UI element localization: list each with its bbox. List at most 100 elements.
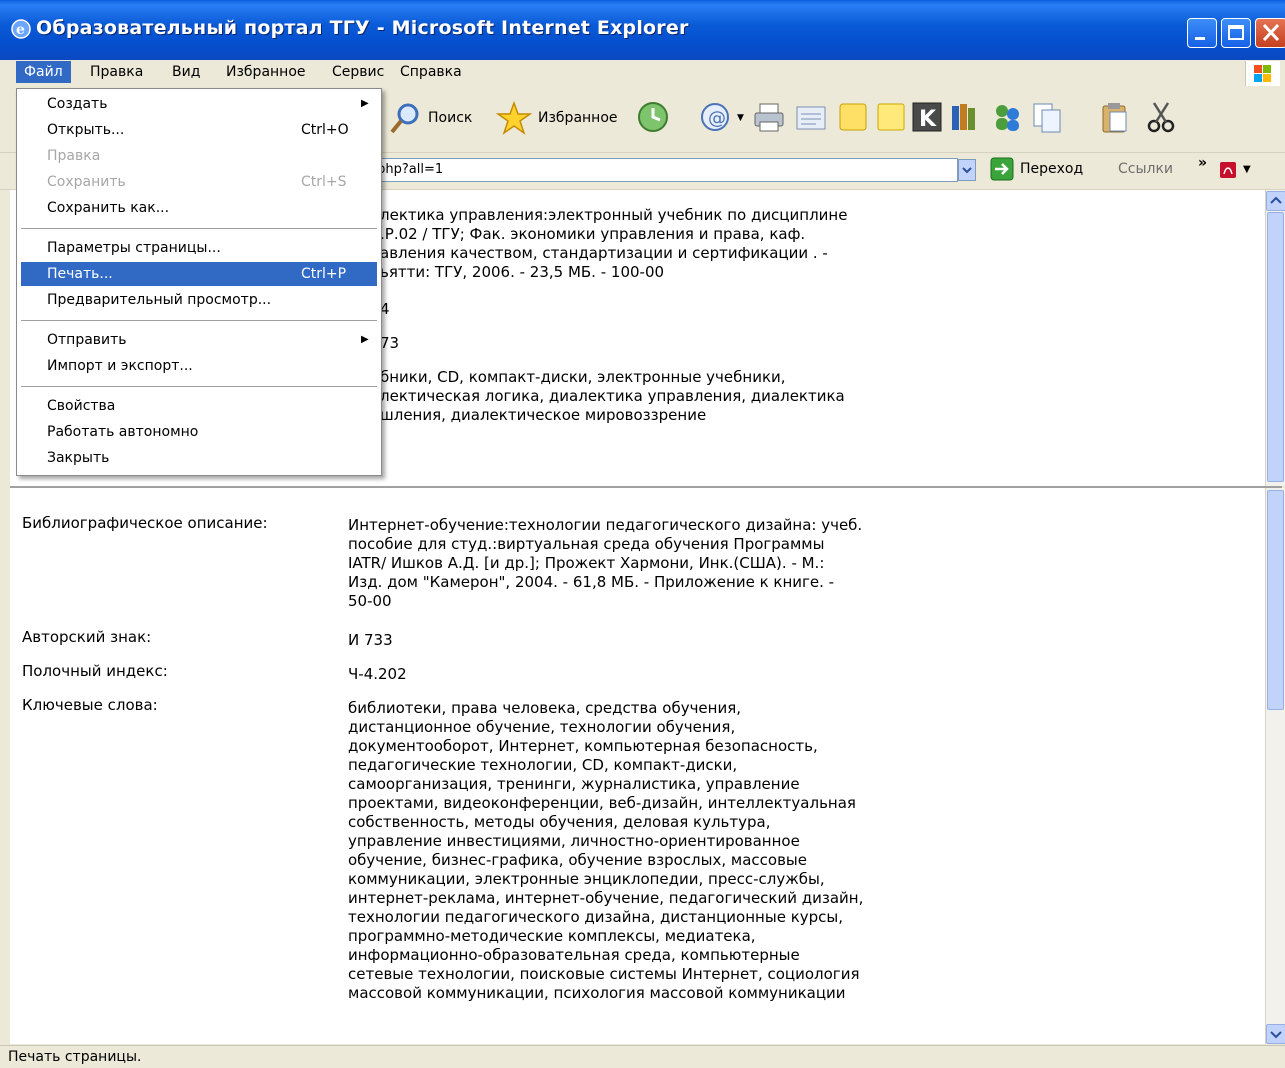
status-text: Печать страницы. xyxy=(8,1049,142,1065)
menu-item-import-export[interactable]: Импорт и экспорт... xyxy=(21,354,377,378)
menu-view[interactable]: Вид xyxy=(164,61,208,83)
top-keywords-line-3: шления, диалектическое мировоззрение xyxy=(380,406,707,424)
scroll-down-button[interactable] xyxy=(1266,1024,1285,1044)
chevron-down-icon xyxy=(962,167,972,174)
scroll-thumb[interactable] xyxy=(1267,212,1284,482)
links-chevron-icon[interactable]: » xyxy=(1198,155,1207,171)
description-line-3: IATR/ Ишков А.Д. [и др.]; Прожект Хармон… xyxy=(348,554,825,572)
cut-icon[interactable] xyxy=(1144,100,1178,134)
pdf-icon[interactable] xyxy=(1218,160,1240,180)
k-icon[interactable]: K xyxy=(910,100,944,134)
description-line-1: Интернет-обучение:технологии педагогичес… xyxy=(348,516,863,534)
title-bar[interactable]: e Образовательный портал ТГУ - Microsoft… xyxy=(0,0,1285,61)
copy-icon[interactable] xyxy=(1030,100,1064,134)
main-frame: Библиографическое описание: Интернет-обу… xyxy=(10,488,1266,1044)
main-scrollbar[interactable] xyxy=(1265,488,1285,1044)
search-label: Поиск xyxy=(428,110,473,126)
messenger-icon[interactable] xyxy=(836,100,870,134)
menu-item-new[interactable]: Создать ▶ xyxy=(21,92,377,116)
menu-item-send[interactable]: Отправить ▶ xyxy=(21,328,377,352)
menu-item-print[interactable]: Печать... Ctrl+P xyxy=(21,262,377,286)
top-desc-line-1: лектика управления:электронный учебник п… xyxy=(380,206,848,224)
close-button[interactable] xyxy=(1255,18,1285,48)
menu-item-page-setup[interactable]: Параметры страницы... xyxy=(21,236,377,260)
keywords-line-9: обучение, бизнес-графика, обучение взрос… xyxy=(348,851,807,869)
minimize-button[interactable] xyxy=(1187,18,1217,48)
mail-dropdown-icon[interactable]: ▼ xyxy=(737,113,744,123)
scroll-up-button[interactable] xyxy=(1266,191,1285,211)
description-line-4: Изд. дом "Камерон", 2004. - 61,8 МБ. - П… xyxy=(348,573,835,591)
address-input[interactable]: .php?all=1 xyxy=(368,158,958,182)
menu-favorites[interactable]: Избранное xyxy=(218,61,314,83)
top-shelf-index: 73 xyxy=(380,334,400,352)
favorites-button[interactable]: Избранное xyxy=(496,98,618,138)
keywords-line-14: информационно-образовательная среда, ком… xyxy=(348,946,800,964)
top-keywords-line-2: лектическая логика, диалектика управлени… xyxy=(380,387,845,405)
books-icon[interactable] xyxy=(948,100,982,134)
note-icon[interactable] xyxy=(874,100,908,134)
author-sign-label: Авторский знак: xyxy=(22,628,152,646)
menu-separator xyxy=(21,386,377,387)
menu-item-properties[interactable]: Свойства xyxy=(21,394,377,418)
menu-edit[interactable]: Правка xyxy=(82,61,151,83)
address-dropdown-button[interactable] xyxy=(958,159,976,181)
submenu-arrow-icon: ▶ xyxy=(361,98,369,109)
search-icon xyxy=(390,103,419,134)
windows-flag-icon xyxy=(1254,65,1271,82)
author-sign-value: И 733 xyxy=(348,631,393,649)
keywords-line-8: управление инвестициями, личностно-ориен… xyxy=(348,832,800,850)
window-title: Образовательный портал ТГУ - Microsoft I… xyxy=(36,17,689,39)
shelf-index-value: Ч-4.202 xyxy=(348,665,407,683)
menu-item-print-preview[interactable]: Предварительный просмотр... xyxy=(21,288,377,312)
keywords-line-15: сетевые технологии, поисковые системы Ин… xyxy=(348,965,860,983)
keywords-line-12: технологии педагогического дизайна, дист… xyxy=(348,908,844,926)
print-icon[interactable] xyxy=(752,100,786,134)
windows-logo xyxy=(1245,61,1280,87)
keywords-line-13: программно-методические комплексы, медиа… xyxy=(348,927,756,945)
links-label[interactable]: Ссылки xyxy=(1118,161,1173,177)
go-label: Переход xyxy=(1020,161,1084,177)
keywords-line-5: самоорганизация, тренинги, журналистика,… xyxy=(348,775,800,793)
keywords-line-16: массовой коммуникации, психология массов… xyxy=(348,984,846,1002)
history-icon[interactable] xyxy=(636,100,670,134)
menu-help[interactable]: Справка xyxy=(392,61,470,83)
menu-item-open[interactable]: Открыть... Ctrl+O xyxy=(21,118,377,142)
top-author-sign: 4 xyxy=(380,300,390,318)
menu-item-work-offline[interactable]: Работать автономно xyxy=(21,420,377,444)
pdf-dropdown-icon[interactable]: ▼ xyxy=(1243,164,1251,175)
people-icon[interactable] xyxy=(990,100,1024,134)
mail-icon[interactable]: @ xyxy=(698,100,732,134)
keywords-line-1: библиотеки, права человека, средства обу… xyxy=(348,699,742,717)
chevron-down-icon xyxy=(1270,1031,1282,1039)
menu-tools[interactable]: Сервис xyxy=(324,61,392,83)
keywords-line-10: коммуникации, электронные энциклопедии, … xyxy=(348,870,825,888)
status-bar: Печать страницы. xyxy=(0,1045,1285,1068)
keywords-line-4: педагогические технологии, CD, компакт-д… xyxy=(348,756,738,774)
keywords-line-11: интернет-реклама, интернет-обучение, пед… xyxy=(348,889,864,907)
svg-text:e: e xyxy=(16,22,25,38)
menu-item-close[interactable]: Закрыть xyxy=(21,446,377,470)
go-button[interactable]: Переход xyxy=(990,157,1083,181)
svg-text:K: K xyxy=(919,107,937,132)
menu-file[interactable]: Файл xyxy=(16,61,71,83)
description-line-5: 50-00 xyxy=(348,592,392,610)
submenu-arrow-icon: ▶ xyxy=(361,334,369,345)
favorites-label: Избранное xyxy=(538,110,618,126)
top-keywords-line-1: бники, CD, компакт-диски, электронные уч… xyxy=(380,368,786,386)
search-button[interactable]: Поиск xyxy=(388,98,472,138)
menu-item-save-as[interactable]: Сохранить как... xyxy=(21,196,377,220)
paste-icon[interactable] xyxy=(1098,100,1132,134)
main-scroll-thumb[interactable] xyxy=(1267,490,1284,710)
menu-item-edit: Правка xyxy=(47,148,101,164)
keywords-label: Ключевые слова: xyxy=(22,696,158,714)
keywords-line-6: проектами, видеоконференции, веб-дизайн,… xyxy=(348,794,856,812)
top-scrollbar[interactable] xyxy=(1265,190,1285,486)
star-icon xyxy=(496,101,532,135)
edit-icon[interactable] xyxy=(794,100,828,134)
file-menu-dropdown: Создать ▶ Открыть... Ctrl+O Правка Сохра… xyxy=(16,88,382,476)
keywords-line-7: собственность, методы обучения, деловая … xyxy=(348,813,771,831)
close-icon xyxy=(1262,23,1280,42)
top-desc-line-4: ьятти: ТГУ, 2006. - 23,5 МБ. - 100-00 xyxy=(380,263,665,281)
maximize-button[interactable] xyxy=(1221,18,1251,48)
ie-icon: e xyxy=(11,19,31,39)
